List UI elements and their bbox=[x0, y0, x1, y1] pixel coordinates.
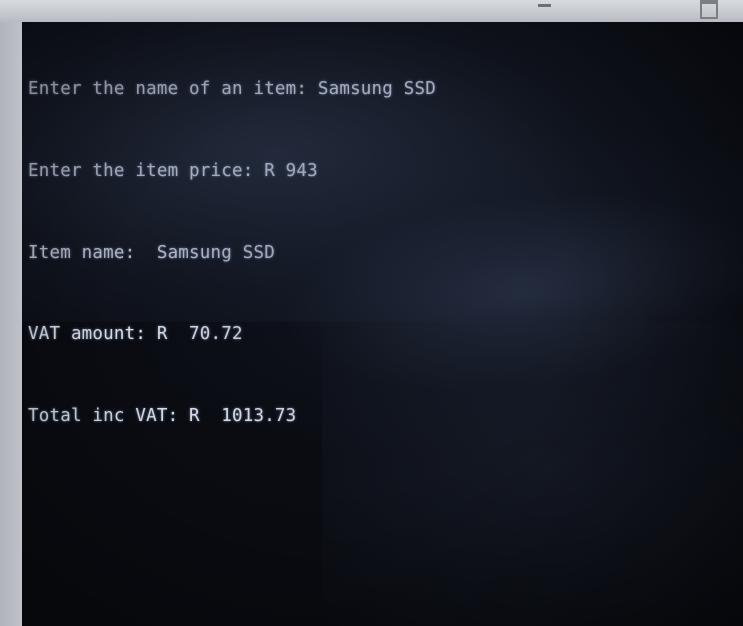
terminal-line: Item name: Samsung SSD bbox=[28, 242, 275, 263]
terminal-line: Enter the item price: R 943 bbox=[28, 161, 318, 181]
desktop-background-strip bbox=[0, 0, 743, 22]
terminal-line: Enter the name of an item: Samsung SSD bbox=[28, 79, 436, 100]
terminal-output: Enter the name of an item: Samsung SSD E… bbox=[28, 22, 740, 626]
console-window[interactable]: Enter the name of an item: Samsung SSD E… bbox=[22, 22, 743, 626]
screenshot-root: Enter the name of an item: Samsung SSD E… bbox=[0, 0, 743, 626]
terminal-line: Total inc VAT: R 1013.73 bbox=[28, 405, 297, 426]
terminal-line: VAT amount: R 70.72 bbox=[28, 324, 243, 345]
minimize-button[interactable] bbox=[538, 4, 551, 7]
desktop-left-margin bbox=[0, 22, 22, 626]
restore-window-button[interactable] bbox=[700, 0, 718, 19]
